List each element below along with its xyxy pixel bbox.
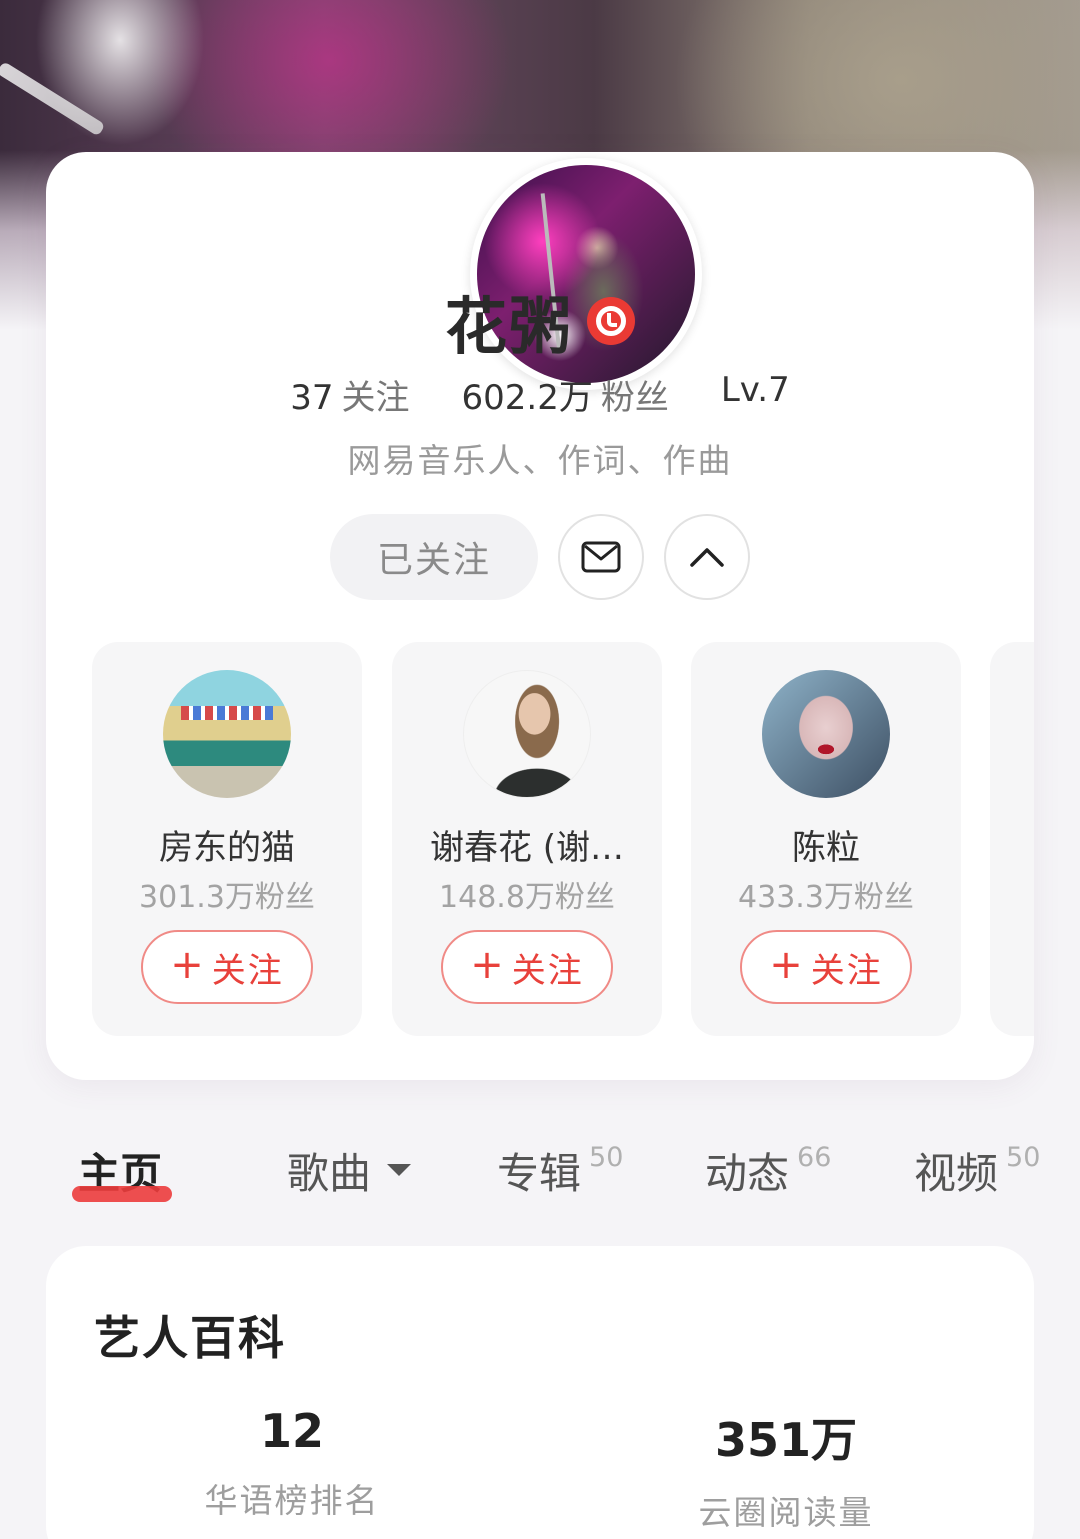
fans-label: 粉丝: [600, 378, 669, 418]
recommended-artist-avatar: [762, 670, 890, 798]
caret-down-icon: [387, 1164, 412, 1176]
mail-icon: [581, 541, 621, 573]
plus-icon: +: [170, 942, 206, 988]
recommended-artist-name: 谢春花 (谢…: [429, 828, 625, 868]
tab-videos[interactable]: 视频 50: [914, 1140, 1040, 1201]
chart-rank-stat[interactable]: 12 华语榜排名: [142, 1404, 442, 1522]
tab-feed[interactable]: 动态 66: [705, 1140, 831, 1201]
follow-label: 关注: [511, 950, 584, 991]
follow-button[interactable]: + 关注: [740, 930, 912, 1004]
tab-label: 专辑: [497, 1149, 582, 1198]
artist-profile-card: 花粥 37关注 602.2万粉丝 Lv.7 网易音乐人、作词、作曲 已关注: [46, 152, 1034, 1080]
recommended-artist-card[interactable]: 房东的猫 301.3万粉丝 + 关注: [92, 642, 362, 1036]
stat-label: 华语榜排名: [204, 1481, 380, 1520]
recommended-artist-card[interactable]: 陈粒 433.3万粉丝 + 关注: [691, 642, 961, 1036]
plus-icon: +: [470, 942, 506, 988]
fans-count: 602.2万: [461, 378, 593, 418]
tab-label: 动态: [705, 1149, 790, 1198]
artist-encyclopedia-card[interactable]: 艺人百科 12 华语榜排名 351万 云圈阅读量: [46, 1246, 1034, 1539]
collapse-recommend-button[interactable]: [664, 514, 750, 600]
artist-bio: 网易音乐人、作词、作曲: [347, 441, 733, 480]
followed-button[interactable]: 已关注: [330, 514, 538, 600]
tab-albums[interactable]: 专辑 50: [497, 1140, 623, 1201]
level-badge[interactable]: Lv.7: [721, 370, 790, 419]
artist-name-row: 花粥: [46, 276, 1034, 366]
recommended-artist-card[interactable]: 谢春花 (谢… 148.8万粉丝 + 关注: [392, 642, 662, 1036]
recommended-artist-card-partial[interactable]: [990, 642, 1034, 1036]
plus-icon: +: [769, 942, 805, 988]
artist-tabs: 主页 歌曲 专辑 50 动态 66 视频 50: [0, 1140, 1080, 1220]
tab-count: 50: [1006, 1142, 1041, 1173]
mic-stand-graphic: [0, 61, 106, 137]
recommended-artist-fans: 301.3万粉丝: [139, 880, 315, 915]
stat-value: 351万: [714, 1413, 858, 1467]
tab-songs[interactable]: 歌曲: [287, 1140, 412, 1201]
profile-actions: 已关注: [46, 514, 1034, 600]
recommended-artist-name: 房东的猫: [159, 828, 295, 868]
follow-label: 关注: [211, 950, 284, 991]
message-button[interactable]: [558, 514, 644, 600]
tab-count: 66: [797, 1142, 832, 1173]
recommended-artist-avatar: [463, 670, 591, 798]
follow-button[interactable]: + 关注: [141, 930, 313, 1004]
follow-button[interactable]: + 关注: [441, 930, 613, 1004]
recommended-artist-name: 陈粒: [792, 828, 860, 868]
following-label: 关注: [341, 378, 410, 418]
tab-label: 视频: [914, 1149, 999, 1198]
following-stat[interactable]: 37 关注: [290, 370, 409, 419]
recommended-artists[interactable]: 房东的猫 301.3万粉丝 + 关注 谢春花 (谢… 148.8万粉丝 + 关注 陈…: [92, 642, 1034, 1036]
stat-value: 12: [259, 1404, 324, 1458]
following-count: 37: [290, 378, 334, 418]
section-title: 艺人百科: [94, 1311, 286, 1365]
recommended-artist-fans: 433.3万粉丝: [738, 880, 914, 915]
follow-label: 关注: [810, 950, 883, 991]
stat-label: 云圈阅读量: [698, 1493, 874, 1532]
tab-count: 50: [589, 1142, 624, 1173]
recommended-artist-fans: 148.8万粉丝: [439, 880, 615, 915]
verified-musician-icon[interactable]: [587, 297, 635, 345]
artist-name: 花粥: [444, 290, 573, 363]
tab-label: 歌曲: [287, 1149, 372, 1198]
recommended-artist-avatar: [163, 670, 291, 798]
fans-stat[interactable]: 602.2万 粉丝: [462, 370, 669, 419]
chevron-up-icon: [690, 548, 724, 567]
active-tab-indicator: [72, 1186, 172, 1202]
read-count-stat[interactable]: 351万 云圈阅读量: [636, 1404, 936, 1534]
artist-stats: 37 关注 602.2万 粉丝 Lv.7: [46, 370, 1034, 419]
